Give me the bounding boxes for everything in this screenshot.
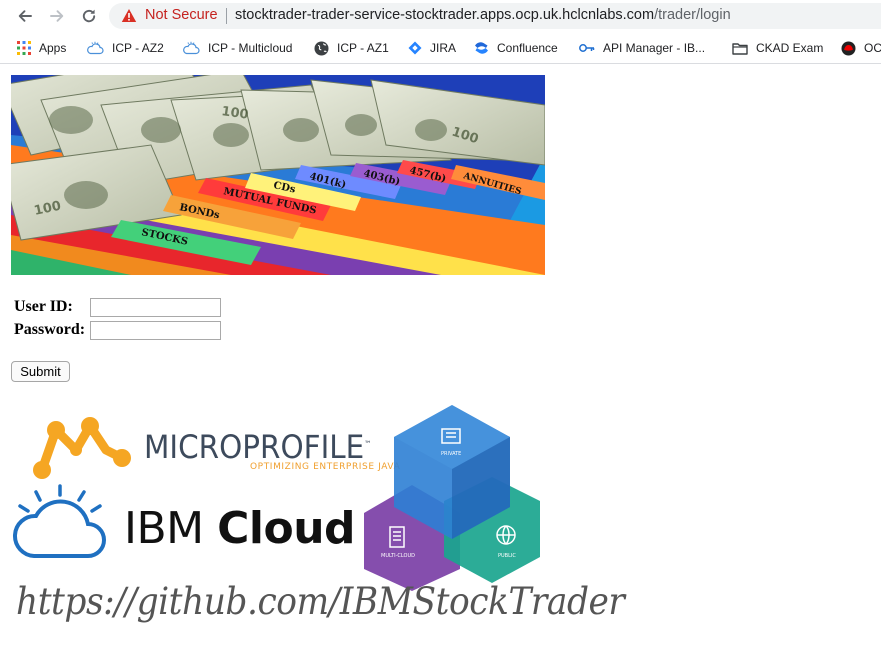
apps-grid-icon (17, 41, 31, 55)
bookmark-api-manager[interactable]: API Manager - IB... (579, 38, 705, 58)
stocktrader-banner-image: 100 100 100 STOCKS BONDs MUTUAL FUNDS CD… (11, 75, 545, 275)
bookmark-label: OC (864, 41, 881, 55)
public-cube-label: PUBLIC (498, 553, 516, 559)
money-folders-illustration: 100 100 100 STOCKS BONDs MUTUAL FUNDS CD… (11, 75, 545, 275)
bookmark-icp-az1[interactable]: ICP - AZ1 (314, 38, 389, 58)
cloud-icon (183, 41, 200, 55)
user-id-input[interactable] (90, 298, 221, 317)
github-url-text: https://github.com/IBMStockTrader (16, 580, 625, 623)
ibm-text: IBM (124, 503, 218, 554)
folder-icon (732, 42, 748, 55)
reload-icon (82, 9, 96, 23)
bookmark-oc[interactable]: OC (841, 38, 881, 58)
key-icon (579, 44, 595, 52)
bookmark-label: CKAD Exam (756, 41, 824, 55)
microprofile-wordmark: MICROPROFILE™ (144, 428, 372, 466)
warning-icon (121, 9, 137, 22)
reload-button[interactable] (77, 4, 101, 28)
bookmark-jira[interactable]: JIRA (408, 38, 456, 58)
microprofile-text: MICROPROFILE (144, 428, 365, 466)
bookmarks-bar: Apps ICP - AZ2 ICP - Multicloud ICP - AZ… (0, 32, 881, 64)
bookmark-apps[interactable]: Apps (17, 38, 66, 58)
ibm-cloud-wordmark: IBM Cloud (124, 503, 356, 554)
forward-button[interactable] (45, 4, 69, 28)
back-button[interactable] (13, 4, 37, 28)
bookmark-confluence[interactable]: Confluence (474, 38, 558, 58)
not-secure-label[interactable]: Not Secure (145, 7, 218, 23)
bookmark-label: JIRA (430, 41, 457, 55)
bookmark-label: ICP - Multicloud (208, 41, 293, 55)
cloud-icon (87, 41, 104, 55)
bookmark-label: ICP - AZ1 (337, 41, 389, 55)
bookmark-label: Apps (39, 41, 67, 55)
submit-button[interactable]: Submit (11, 361, 70, 382)
ibm-cloud-icon (12, 484, 106, 558)
bookmark-ckad-exam[interactable]: CKAD Exam (732, 38, 823, 58)
browser-toolbar: Not Secure stocktrader-trader-service-st… (0, 0, 881, 32)
jira-icon (408, 41, 422, 55)
bookmark-label: API Manager - IB... (603, 41, 706, 55)
password-input[interactable] (90, 321, 221, 340)
bookmark-label: Confluence (497, 41, 558, 55)
url-host: stocktrader-trader-service-stocktrader.a… (235, 7, 655, 23)
cloud-text: Cloud (217, 503, 356, 554)
back-arrow-icon (18, 10, 32, 22)
multicloud-cube-label: MULTI-CLOUD (381, 553, 415, 559)
url-text[interactable]: stocktrader-trader-service-stocktrader.a… (235, 7, 731, 23)
globe-icon (314, 41, 329, 55)
user-id-label: User ID: (14, 298, 73, 315)
omnibox-divider (226, 8, 227, 24)
bookmark-icp-az2[interactable]: ICP - AZ2 (86, 38, 164, 58)
bookmark-icp-multicloud[interactable]: ICP - Multicloud (182, 38, 292, 58)
private-cube-label: PRIVATE (441, 451, 461, 457)
address-bar[interactable]: Not Secure stocktrader-trader-service-st… (109, 3, 881, 29)
microprofile-logo-icon (33, 417, 131, 479)
url-path: /trader/login (654, 7, 731, 23)
password-label: Password: (14, 321, 86, 338)
confluence-icon (475, 42, 488, 54)
forward-arrow-icon (50, 10, 64, 22)
redhat-icon (841, 41, 856, 55)
hybrid-cloud-cubes-icon: PRIVATE MULTI-CLOUD PUBLIC (364, 405, 540, 591)
bookmark-label: ICP - AZ2 (112, 41, 164, 55)
